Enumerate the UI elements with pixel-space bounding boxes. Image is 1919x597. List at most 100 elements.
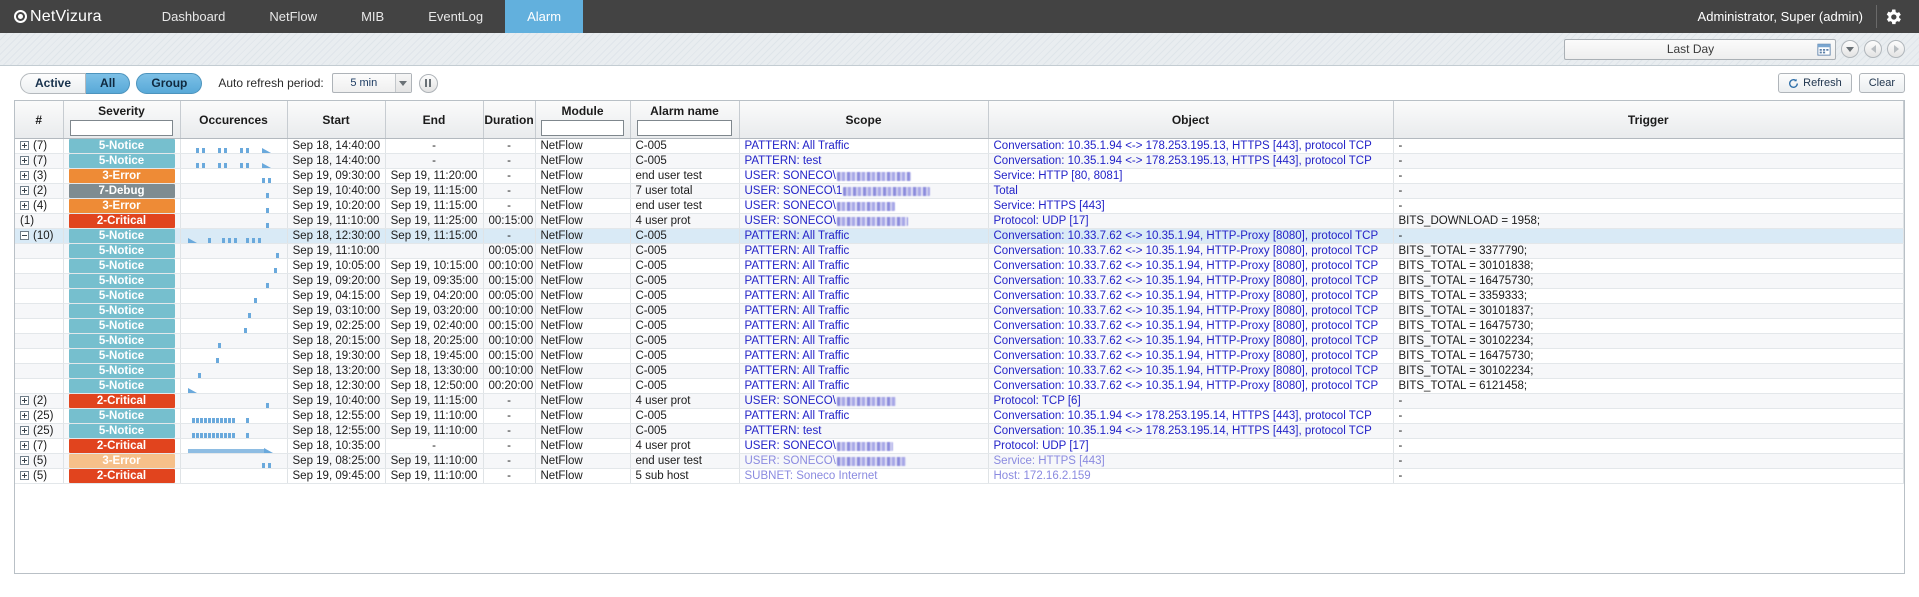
table-row[interactable]: 5-Notice Sep 19, 03:10:00 Sep 19, 03:20:00… xyxy=(15,303,1904,319)
scope-link[interactable]: PATTERN: All Traffic xyxy=(745,305,850,317)
chevron-down-icon[interactable] xyxy=(394,74,411,92)
table-row[interactable]: 5-Notice Sep 18, 19:30:00 Sep 18, 19:45:00… xyxy=(15,348,1904,364)
row-expander-icon[interactable] xyxy=(20,156,29,165)
column-header-severity[interactable]: Severity xyxy=(63,101,181,139)
time-range-next-button[interactable] xyxy=(1887,40,1905,58)
object-link[interactable]: Conversation: 10.33.7.62 <-> 10.35.1.94,… xyxy=(994,335,1379,347)
column-header-end[interactable]: End xyxy=(385,101,484,139)
table-row[interactable]: (10) 5-Notice Sep 18, 12:30:00 Sep 19, 11:1… xyxy=(15,228,1904,244)
row-expander-icon[interactable] xyxy=(20,186,29,195)
scope-link[interactable]: USER: SONECO\ xyxy=(745,215,836,227)
scope-link[interactable]: PATTERN: All Traffic xyxy=(745,275,850,287)
brand-logo[interactable]: NetVizura xyxy=(0,0,116,33)
time-range-prev-button[interactable] xyxy=(1864,40,1882,58)
object-link[interactable]: Conversation: 10.33.7.62 <-> 10.35.1.94,… xyxy=(994,365,1379,377)
object-link[interactable]: Conversation: 10.35.1.94 <-> 178.253.195… xyxy=(994,410,1372,422)
scope-link[interactable]: PATTERN: All Traffic xyxy=(745,260,850,272)
table-row[interactable]: (1) 2-Critical Sep 19, 11:10:00 Sep 19, 11:… xyxy=(15,213,1904,229)
gear-icon[interactable] xyxy=(1877,0,1909,33)
scope-link[interactable]: PATTERN: test xyxy=(745,155,822,167)
nav-tab-mib[interactable]: MIB xyxy=(339,0,406,33)
table-row[interactable]: (3) 3-Error Sep 19, 09:30:00 Sep 19, 11:20:… xyxy=(15,168,1904,184)
object-link[interactable]: Conversation: 10.33.7.62 <-> 10.35.1.94,… xyxy=(994,320,1379,332)
scope-link[interactable]: PATTERN: All Traffic xyxy=(745,335,850,347)
clear-button[interactable]: Clear xyxy=(1858,73,1905,93)
row-expander-icon[interactable] xyxy=(20,231,29,240)
object-link[interactable]: Service: HTTPS [443] xyxy=(994,455,1105,467)
object-link[interactable]: Conversation: 10.33.7.62 <-> 10.35.1.94,… xyxy=(994,380,1379,392)
table-row[interactable]: 5-Notice Sep 19, 11:10:00 00:05:00 NetFlow C… xyxy=(15,243,1904,259)
object-link[interactable]: Protocol: UDP [17] xyxy=(994,215,1089,227)
table-row[interactable]: (7) 2-Critical Sep 18, 10:35:00- - NetFlow 4 … xyxy=(15,438,1904,454)
table-row[interactable]: (5) 2-Critical Sep 19, 09:45:00 Sep 19, 11:… xyxy=(15,468,1904,484)
table-row[interactable]: 5-Notice Sep 19, 04:15:00 Sep 19, 04:20:00… xyxy=(15,288,1904,304)
scope-link[interactable]: PATTERN: All Traffic xyxy=(745,350,850,362)
scope-link[interactable]: USER: SONECO\ xyxy=(745,455,836,467)
object-link[interactable]: Conversation: 10.35.1.94 <-> 178.253.195… xyxy=(994,155,1372,167)
column-header-duration[interactable]: Duration xyxy=(483,101,536,139)
scope-link[interactable]: USER: SONECO\1 xyxy=(745,185,843,197)
alarm-table-container[interactable]: # Severity Occurences Start End Duration… xyxy=(14,100,1905,597)
table-row[interactable]: (2) 7-Debug Sep 19, 10:40:00 Sep 19, 11:15:… xyxy=(15,183,1904,199)
table-row[interactable]: (25) 5-Notice Sep 18, 12:55:00 Sep 19, 11:1… xyxy=(15,423,1904,439)
filter-button-active[interactable]: Active xyxy=(20,72,87,94)
calendar-icon[interactable] xyxy=(1816,42,1832,57)
scope-link[interactable]: PATTERN: All Traffic xyxy=(745,380,850,392)
object-link[interactable]: Conversation: 10.35.1.94 <-> 178.253.195… xyxy=(994,140,1372,152)
time-range-dropdown-button[interactable] xyxy=(1841,40,1859,58)
object-link[interactable]: Conversation: 10.33.7.62 <-> 10.35.1.94,… xyxy=(994,305,1379,317)
time-range-picker[interactable]: Last Day xyxy=(1564,38,1836,60)
column-header-module[interactable]: Module xyxy=(535,101,631,139)
column-header-scope[interactable]: Scope xyxy=(739,101,989,139)
object-link[interactable]: Service: HTTP [80, 8081] xyxy=(994,170,1123,182)
scope-link[interactable]: PATTERN: test xyxy=(745,425,822,437)
row-expander-icon[interactable] xyxy=(20,171,29,180)
table-row[interactable]: (25) 5-Notice Sep 18, 12:55:00 Sep 19, 11:1… xyxy=(15,408,1904,424)
column-header-num[interactable]: # xyxy=(15,101,64,139)
scope-link[interactable]: PATTERN: All Traffic xyxy=(745,320,850,332)
table-row[interactable]: (2) 2-Critical Sep 19, 10:40:00 Sep 19, 11:… xyxy=(15,393,1904,409)
auto-refresh-select[interactable]: 5 min xyxy=(331,73,412,93)
object-link[interactable]: Service: HTTPS [443] xyxy=(994,200,1105,212)
object-link[interactable]: Conversation: 10.33.7.62 <-> 10.35.1.94,… xyxy=(994,275,1379,287)
object-link[interactable]: Host: 172.16.2.159 xyxy=(994,470,1091,482)
object-link[interactable]: Protocol: TCP [6] xyxy=(994,395,1081,407)
nav-tab-netflow[interactable]: NetFlow xyxy=(247,0,339,33)
scope-link[interactable]: USER: SONECO\ xyxy=(745,395,836,407)
row-expander-icon[interactable] xyxy=(20,411,29,420)
column-header-occurences[interactable]: Occurences xyxy=(180,101,288,139)
table-row[interactable]: 5-Notice Sep 19, 09:20:00 Sep 19, 09:35:00… xyxy=(15,273,1904,289)
severity-filter-input[interactable] xyxy=(69,120,174,136)
column-header-alarm-name[interactable]: Alarm name xyxy=(630,101,740,139)
scope-link[interactable]: USER: SONECO\ xyxy=(745,170,836,182)
table-row[interactable]: 5-Notice Sep 18, 12:30:00 Sep 18, 12:50:00… xyxy=(15,378,1904,394)
row-expander-icon[interactable] xyxy=(20,456,29,465)
scope-link[interactable]: SUBNET: Soneco Internet xyxy=(745,470,878,482)
filter-button-group[interactable]: Group xyxy=(136,72,203,94)
scope-link[interactable]: PATTERN: All Traffic xyxy=(745,140,850,152)
table-row[interactable]: (7) 5-Notice Sep 18, 14:40:00- - NetFlow C-00… xyxy=(15,153,1904,169)
nav-tab-dashboard[interactable]: Dashboard xyxy=(140,0,248,33)
scope-link[interactable]: PATTERN: All Traffic xyxy=(745,410,850,422)
object-link[interactable]: Conversation: 10.33.7.62 <-> 10.35.1.94,… xyxy=(994,245,1379,257)
object-link[interactable]: Total xyxy=(994,185,1018,197)
table-row[interactable]: (7) 5-Notice Sep 18, 14:40:00- - NetFlow C-00… xyxy=(15,138,1904,154)
table-row[interactable]: (5) 3-Error Sep 19, 08:25:00 Sep 19, 11:10:… xyxy=(15,453,1904,469)
row-expander-icon[interactable] xyxy=(20,441,29,450)
alarm-name-filter-input[interactable] xyxy=(636,120,733,136)
table-row[interactable]: 5-Notice Sep 18, 20:15:00 Sep 18, 20:25:00… xyxy=(15,333,1904,349)
object-link[interactable]: Protocol: UDP [17] xyxy=(994,440,1089,452)
filter-button-all[interactable]: All xyxy=(86,72,131,94)
refresh-button[interactable]: Refresh xyxy=(1778,73,1852,93)
scope-link[interactable]: USER: SONECO\ xyxy=(745,200,836,212)
row-expander-icon[interactable] xyxy=(20,396,29,405)
column-header-start[interactable]: Start xyxy=(287,101,386,139)
row-expander-icon[interactable] xyxy=(20,141,29,150)
table-row[interactable]: 5-Notice Sep 19, 02:25:00 Sep 19, 02:40:00… xyxy=(15,318,1904,334)
object-link[interactable]: Conversation: 10.33.7.62 <-> 10.35.1.94,… xyxy=(994,230,1379,242)
row-expander-icon[interactable] xyxy=(20,201,29,210)
object-link[interactable]: Conversation: 10.33.7.62 <-> 10.35.1.94,… xyxy=(994,290,1379,302)
table-row[interactable]: 5-Notice Sep 18, 13:20:00 Sep 18, 13:30:00… xyxy=(15,363,1904,379)
pause-icon[interactable] xyxy=(418,73,438,93)
scope-link[interactable]: PATTERN: All Traffic xyxy=(745,230,850,242)
